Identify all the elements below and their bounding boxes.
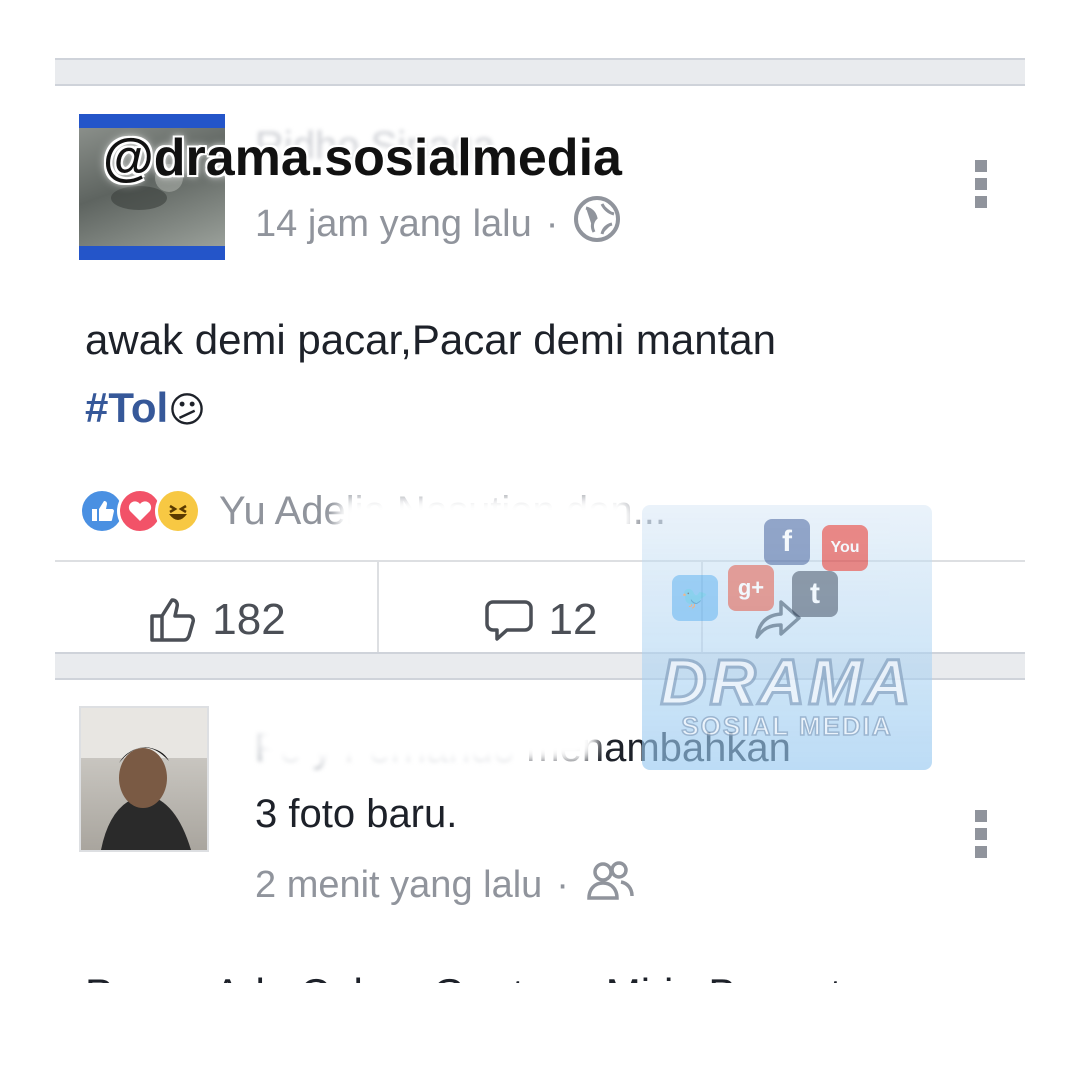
watermark-handle: @drama.sosialmedia (103, 129, 622, 187)
like-count: 182 (212, 595, 286, 644)
meta-separator: · (556, 863, 569, 906)
watermark-subtitle: SOSIAL MEDIA (681, 710, 893, 742)
feed-separator-top (55, 58, 1025, 86)
thumbs-up-icon (150, 598, 196, 642)
avatar[interactable] (79, 706, 209, 852)
post-text: awak demi pacar,Pacar demi mantan (85, 316, 777, 363)
post-meta: 14 jam yang lalu · (255, 194, 622, 254)
twitter-icon: 🐦 (672, 575, 718, 621)
post-time[interactable]: 2 menit yang lalu (255, 864, 542, 907)
post-meta: 2 menit yang lalu · (255, 858, 637, 912)
avatar-photo (81, 708, 207, 850)
watermark-title: DRAMA (659, 645, 914, 720)
post-options-icon[interactable] (975, 160, 991, 208)
post-text: Punya Ade Cakep,Ganteng,Mirip Banget (85, 970, 842, 983)
post-options-icon[interactable] (975, 810, 991, 858)
googleplus-icon: g+ (728, 565, 774, 611)
redaction-mark (258, 715, 598, 763)
comment-count: 12 (548, 595, 598, 644)
drama-watermark: f g+ t You 🐦 DRAMA SOSIAL MEDIA (642, 505, 932, 770)
post-hashtag-line: #Tol😕 (85, 384, 206, 432)
redaction-mark (335, 496, 635, 540)
friends-icon[interactable] (583, 858, 637, 912)
facebook-icon: f (764, 519, 810, 565)
tumblr-icon: t (792, 571, 838, 617)
post-time[interactable]: 14 jam yang lalu (255, 203, 532, 246)
haha-reaction-icon (155, 488, 201, 534)
youtube-icon: You (822, 525, 868, 571)
globe-icon[interactable] (572, 194, 622, 254)
hashtag-link[interactable]: #Tol (85, 384, 168, 431)
meta-separator: · (545, 202, 559, 245)
confused-emoji-icon: 😕 (168, 389, 206, 430)
comment-icon (484, 600, 533, 641)
post-action-line2: 3 foto baru. (255, 792, 458, 836)
